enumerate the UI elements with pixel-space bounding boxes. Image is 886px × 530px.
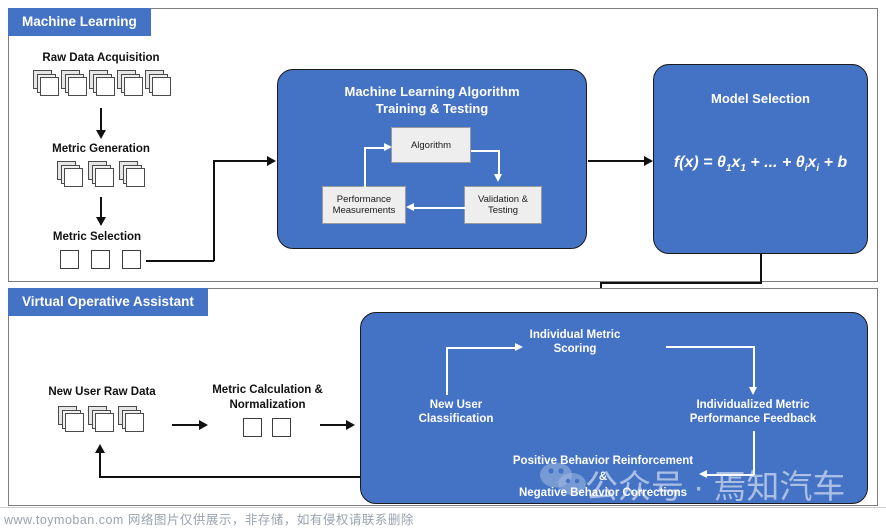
metric-square-icon xyxy=(243,418,262,437)
arrow-right-icon xyxy=(644,155,653,166)
arrow-right-icon xyxy=(346,419,355,430)
card-stack-icon xyxy=(61,70,87,96)
connector-metricsel-v xyxy=(213,160,215,261)
model-selection-box: Model Selection f(x) = θ1x1 + ... + θixi… xyxy=(653,64,868,254)
connector-metricgen-to-metricsel xyxy=(100,197,102,219)
connector-metricsel-h2 xyxy=(213,160,268,162)
ml-algorithm-title-line1: Machine Learning Algorithm xyxy=(344,84,520,99)
label-metric-selection: Metric Selection xyxy=(52,231,142,243)
voa-arrow-scoring-v xyxy=(753,346,755,389)
footer-watermark-text: www.toymoban.com 网络图片仅供展示，非存储，如有侵权请联系删除 xyxy=(4,513,414,527)
virtual-operative-assistant-banner: Virtual Operative Assistant xyxy=(8,288,208,316)
label-metric-calculation-line1: Metric Calculation & xyxy=(212,384,323,396)
wechat-logo-icon xyxy=(540,462,586,495)
node-performance-measurements[interactable]: Performance Measurements xyxy=(322,186,406,224)
node-performance-label1: Performance xyxy=(336,194,392,205)
card-stack-icon xyxy=(118,406,144,432)
formula-ellipsis: + ... + xyxy=(745,154,796,171)
diagram-canvas: Machine Learning Raw Data Acquisition Me… xyxy=(0,0,886,530)
cycle-arrow-val-to-perf xyxy=(413,207,465,209)
arrow-right-icon xyxy=(267,155,276,166)
card-stack-icon xyxy=(57,161,83,187)
voa-arrow-classify-v xyxy=(446,347,448,395)
connector-metriccalc-to-voabox xyxy=(320,424,347,426)
cycle-arrow-perf-to-alg-h xyxy=(364,147,385,149)
card-stack-icon xyxy=(119,161,145,187)
node-validation-label1: Validation & xyxy=(478,194,528,205)
node-algorithm[interactable]: Algorithm xyxy=(391,127,471,163)
arrow-right-icon xyxy=(515,342,523,351)
arrow-right-icon xyxy=(199,419,208,430)
connector-rawdata-to-metricgen xyxy=(100,108,102,132)
node-individualized-feedback-line1: Individualized Metric xyxy=(696,399,810,411)
cycle-arrow-alg-to-val-h xyxy=(471,150,500,152)
node-individualized-feedback-line2: Performance Feedback xyxy=(689,413,817,425)
card-stack-icon xyxy=(58,406,84,432)
metric-square-icon xyxy=(91,250,110,269)
voa-arrow-scoring-h xyxy=(666,346,754,348)
node-algorithm-label: Algorithm xyxy=(410,139,452,151)
card-stack-icon xyxy=(117,70,143,96)
metric-square-icon xyxy=(272,418,291,437)
arrow-down-icon xyxy=(493,174,502,182)
card-stack-icon xyxy=(88,161,114,187)
formula-xi: x xyxy=(807,154,817,171)
machine-learning-banner: Machine Learning xyxy=(8,8,151,36)
model-selection-formula: f(x) = θ1x1 + ... + θixi + b xyxy=(654,154,867,174)
model-selection-title: Model Selection xyxy=(711,91,810,106)
ml-algorithm-box: Machine Learning Algorithm Training & Te… xyxy=(277,69,587,249)
connector-model-down xyxy=(760,254,762,283)
arrow-down-icon xyxy=(95,217,106,226)
node-performance-label2: Measurements xyxy=(332,205,396,216)
node-individual-metric-scoring-line1: Individual Metric xyxy=(529,329,621,341)
arrow-left-icon xyxy=(406,202,414,211)
metric-square-icon xyxy=(60,250,79,269)
connector-mla-to-model xyxy=(588,160,645,162)
connector-feedback-v xyxy=(99,452,101,477)
label-metric-calculation-line2: Normalization xyxy=(229,399,306,411)
card-stack-icon xyxy=(33,70,59,96)
node-validation-label2: Testing xyxy=(487,205,519,216)
connector-model-left xyxy=(600,282,762,284)
voa-arrow-classify-h xyxy=(446,347,516,349)
label-metric-generation: Metric Generation xyxy=(52,143,150,155)
formula-thetai: θ xyxy=(795,154,805,171)
metric-square-icon xyxy=(122,250,141,269)
connector-metricsel-h1 xyxy=(146,260,214,262)
arrow-right-icon xyxy=(384,142,392,151)
ml-algorithm-title-line2: Training & Testing xyxy=(375,101,489,116)
cycle-arrow-alg-to-val-v xyxy=(498,150,500,176)
node-new-user-classification-line1: New User xyxy=(429,399,483,411)
arrow-up-icon xyxy=(94,444,105,453)
node-validation-testing[interactable]: Validation & Testing xyxy=(464,186,542,224)
card-stack-icon xyxy=(88,406,114,432)
node-individual-metric-scoring-line2: Scoring xyxy=(553,343,597,355)
connector-feedback-h xyxy=(99,476,361,478)
arrow-down-icon xyxy=(95,130,106,139)
label-raw-data-acquisition: Raw Data Acquisition xyxy=(42,52,160,64)
formula-theta1: θ xyxy=(716,154,726,171)
formula-fx: f(x) = xyxy=(673,154,717,171)
node-new-user-classification-line2: Classification xyxy=(418,413,494,425)
arrow-down-icon xyxy=(748,387,757,395)
card-stack-icon xyxy=(89,70,115,96)
label-new-user-raw-data: New User Raw Data xyxy=(48,386,156,398)
cycle-arrow-perf-to-alg-v xyxy=(364,147,366,187)
card-stack-icon xyxy=(145,70,171,96)
wechat-watermark-text: 公众号 · 焉知汽车 xyxy=(585,468,846,505)
connector-newuser-to-metriccalc xyxy=(172,424,200,426)
formula-tail: + b xyxy=(819,154,848,171)
